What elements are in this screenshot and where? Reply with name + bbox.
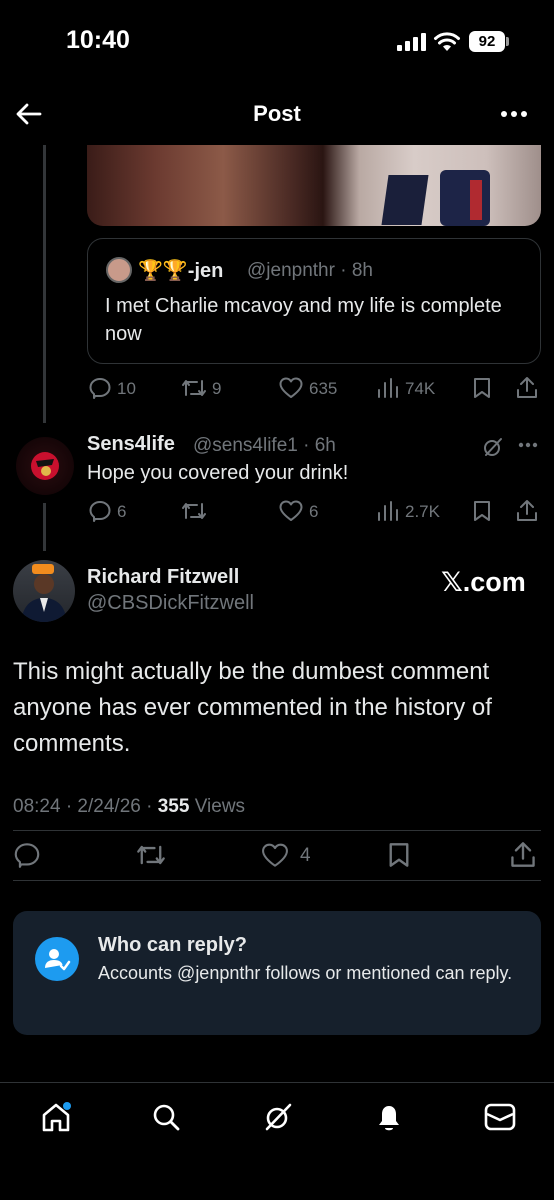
reply-count: 6 [117, 502, 127, 521]
reply-restriction-badge [35, 937, 79, 981]
like-count: 4 [300, 845, 311, 866]
like-icon[interactable] [261, 843, 289, 868]
quoted-handle-time: @jenpnthr · 8h [247, 260, 373, 281]
repost-icon[interactable] [136, 842, 166, 868]
messages-icon[interactable] [484, 1103, 516, 1131]
view-count: 355 [157, 796, 190, 817]
reply-restriction-text: Accounts @jenpnthr follows or mentioned … [98, 963, 513, 983]
grok-icon[interactable] [482, 436, 504, 458]
battery-cap [506, 37, 509, 46]
like-count: 6 [309, 502, 319, 521]
reply-icon[interactable] [89, 500, 111, 522]
quoted-avatar[interactable] [106, 257, 132, 283]
battery-indicator: 92 [469, 31, 505, 52]
post-image-detail [381, 175, 429, 225]
avatar[interactable] [16, 437, 74, 495]
thread-line [43, 503, 46, 551]
post-text: This might actually be the dumbest comme… [13, 658, 492, 757]
divider [13, 880, 541, 881]
page-title: Post [253, 101, 301, 126]
reply-handle-time: @sens4life1 · 6h [193, 435, 336, 456]
views-icon[interactable] [377, 377, 399, 399]
reply-display-name: Sens4life [87, 433, 175, 455]
views-icon[interactable] [377, 500, 399, 522]
home-icon[interactable] [40, 1101, 72, 1133]
like-icon[interactable] [279, 500, 303, 522]
post-meta: 08:24 · 2/24/26 · 355 Views [13, 796, 245, 818]
share-icon[interactable] [516, 376, 538, 399]
post-image-detail [440, 170, 490, 226]
share-icon[interactable] [510, 841, 536, 868]
reply-count: 10 [117, 379, 136, 398]
wifi-icon [434, 32, 460, 51]
reply-restriction-title: Who can reply? [98, 934, 247, 956]
thread-line [43, 145, 46, 423]
bookmark-icon[interactable] [387, 842, 411, 868]
avatar-photo [21, 564, 67, 622]
repost-icon[interactable] [181, 500, 207, 522]
post-image-detail [470, 180, 482, 220]
like-count: 635 [309, 379, 338, 398]
status-time: 10:40 [66, 26, 130, 54]
person-check-icon [45, 949, 71, 971]
bookmark-icon[interactable] [472, 377, 492, 399]
reply-icon[interactable] [89, 377, 111, 399]
tab-bar-border [0, 1082, 554, 1083]
repost-icon[interactable] [181, 377, 207, 399]
views-count: 2.7K [405, 502, 440, 521]
notifications-icon[interactable] [374, 1100, 404, 1134]
repost-count: 9 [212, 379, 222, 398]
avatar[interactable] [13, 560, 75, 622]
divider [13, 830, 541, 831]
author-display-name: Richard Fitzwell [87, 566, 240, 588]
share-icon[interactable] [516, 499, 538, 522]
signal-icon [397, 33, 426, 51]
grok-icon[interactable] [262, 1101, 294, 1133]
x-watermark: 𝕏.com [441, 567, 526, 597]
more-icon[interactable] [518, 442, 538, 448]
quoted-post-text: I met Charlie mcavoy and my life is comp… [105, 295, 502, 345]
reply-text: Hope you covered your drink! [87, 462, 349, 484]
more-icon[interactable] [500, 110, 528, 118]
post-time-date: 08:24 · 2/24/26 · [13, 796, 158, 817]
views-label: Views [189, 796, 246, 817]
reply-icon[interactable] [14, 842, 40, 868]
search-icon[interactable] [151, 1102, 181, 1132]
like-icon[interactable] [279, 377, 303, 399]
bookmark-icon[interactable] [472, 500, 492, 522]
views-count: 74K [405, 379, 436, 398]
author-handle: @CBSDickFitzwell [87, 592, 254, 614]
quoted-display-name: 🏆🏆-jen [138, 260, 224, 282]
senators-logo-icon [31, 452, 59, 480]
